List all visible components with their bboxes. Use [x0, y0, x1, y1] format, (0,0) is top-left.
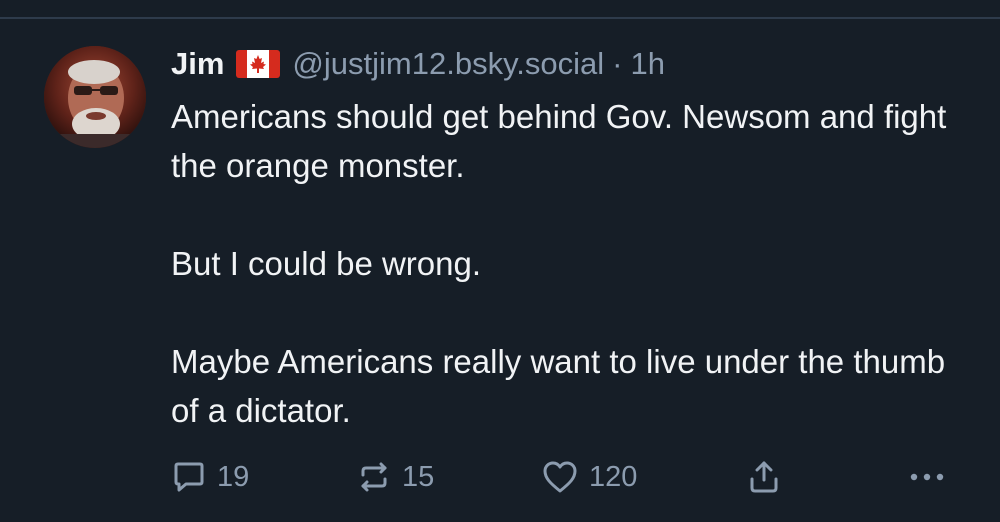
top-divider [0, 17, 1000, 19]
like-count: 120 [589, 460, 638, 493]
post-text: Americans should get behind Gov. Newsom … [171, 92, 981, 435]
more-options-icon [907, 459, 947, 495]
avatar-image [44, 46, 146, 148]
reply-count: 19 [217, 460, 250, 493]
repost-icon [356, 459, 392, 495]
canada-flag-icon [236, 50, 281, 78]
post-paragraph: Maybe Americans really want to live unde… [171, 343, 946, 429]
like-button[interactable]: 120 [541, 455, 637, 499]
separator-dot: · [612, 46, 623, 81]
post-paragraph: But I could be wrong. [171, 245, 482, 282]
reply-icon [171, 459, 207, 495]
more-options-button[interactable] [907, 455, 947, 499]
post-timestamp[interactable]: 1h [630, 46, 664, 82]
post-actions: 19 15 120 [171, 455, 961, 499]
share-icon [746, 459, 782, 495]
repost-count: 15 [402, 460, 435, 493]
display-name[interactable]: Jim [171, 46, 224, 82]
avatar[interactable] [44, 46, 146, 148]
share-button[interactable] [746, 455, 782, 499]
post-header: Jim @justjim12.bsky.social · 1h [171, 40, 981, 88]
heart-icon [541, 459, 579, 495]
post-body[interactable]: Jim @justjim12.bsky.social · 1h American… [171, 40, 981, 435]
repost-button[interactable]: 15 [356, 455, 434, 499]
reply-button[interactable]: 19 [171, 455, 249, 499]
post-paragraph: Americans should get behind Gov. Newsom … [171, 98, 947, 184]
user-handle[interactable]: @justjim12.bsky.social [292, 46, 604, 82]
